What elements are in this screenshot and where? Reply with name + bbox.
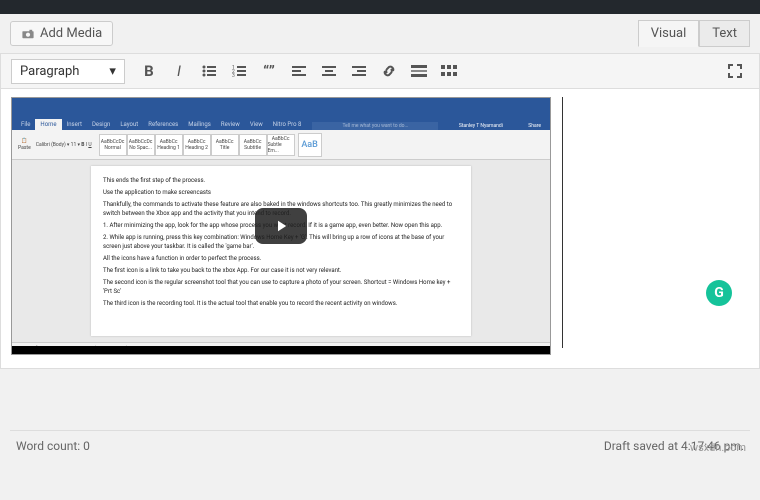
link-icon (381, 63, 397, 79)
word-user: Stanley T Nyamandi (454, 122, 508, 130)
blockquote-button[interactable]: “” (255, 57, 283, 85)
play-button[interactable] (255, 208, 307, 244)
word-tab-insert: Insert (62, 119, 87, 130)
media-row: Add Media Visual Text (0, 14, 760, 53)
word-tab-layout: Layout (115, 119, 143, 130)
grammarly-badge[interactable]: G (706, 280, 732, 306)
word-tab-view: View (245, 119, 268, 130)
add-media-label: Add Media (40, 26, 102, 41)
video-embed[interactable]: File Home Insert Design Layout Reference… (11, 97, 551, 355)
word-tab-design: Design (87, 119, 115, 130)
fullscreen-button[interactable] (721, 57, 749, 85)
align-center-icon (322, 64, 336, 78)
align-left-icon (292, 64, 306, 78)
link-button[interactable] (375, 57, 403, 85)
video-controls[interactable] (12, 346, 550, 354)
kitchen-sink-icon (441, 64, 457, 78)
format-select[interactable]: Paragraph ▾ (11, 59, 125, 84)
format-current: Paragraph (20, 64, 79, 79)
word-tab-nitro: Nitro Pro 8 (268, 119, 307, 130)
ol-icon: 123 (231, 63, 247, 79)
align-right-icon (352, 64, 366, 78)
italic-button[interactable]: I (165, 57, 193, 85)
read-more-button[interactable] (405, 57, 433, 85)
word-document-page: This ends the first step of the process.… (91, 166, 471, 336)
align-center-button[interactable] (315, 57, 343, 85)
word-tab-mailings: Mailings (183, 119, 216, 130)
watermark: wsxdn.com (690, 441, 746, 454)
paste-icon: 📋Paste (16, 138, 33, 151)
editor-tabs: Visual Text (638, 20, 750, 47)
svg-text:3: 3 (232, 73, 235, 79)
chevron-down-icon: ▾ (109, 64, 116, 79)
admin-bar (0, 0, 760, 14)
styles-aab: AaB (298, 133, 322, 157)
add-media-button[interactable]: Add Media (10, 21, 113, 46)
word-tab-review: Review (216, 119, 245, 130)
editor-content[interactable]: File Home Insert Design Layout Reference… (0, 89, 760, 369)
word-tabs-ribbon: File Home Insert Design Layout Reference… (12, 98, 550, 130)
tinymce-toolbar: Paragraph ▾ B I 123 “” (0, 53, 760, 89)
word-share: Share (523, 122, 546, 130)
tab-visual[interactable]: Visual (638, 20, 700, 47)
word-ribbon-groups: 📋Paste Calibri (Body) ▾ 11 ▾ B I U AaBbC… (12, 130, 550, 160)
styles-gallery: AaBbCcDcNormal AaBbCcDcNo Spac... AaBbCc… (99, 134, 295, 156)
play-icon (272, 217, 290, 235)
text-cursor (562, 97, 563, 348)
editor-status-bar: Word count: 0 Draft saved at 4:17:46 pm. (10, 430, 750, 460)
ul-icon (201, 63, 217, 79)
word-tab-home: Home (35, 119, 61, 130)
word-tab-references: References (143, 119, 183, 130)
bullet-list-button[interactable] (195, 57, 223, 85)
tab-text[interactable]: Text (699, 20, 750, 47)
number-list-button[interactable]: 123 (225, 57, 253, 85)
align-left-button[interactable] (285, 57, 313, 85)
word-tell-me: Tell me what you want to do... (312, 122, 438, 130)
bold-button[interactable]: B (135, 57, 163, 85)
align-right-button[interactable] (345, 57, 373, 85)
more-icon (411, 64, 427, 78)
word-tab-file: File (16, 119, 35, 130)
word-count: Word count: 0 (16, 439, 90, 453)
toolbar-toggle-button[interactable] (435, 57, 463, 85)
fullscreen-icon (728, 64, 742, 78)
camera-icon (21, 27, 35, 41)
